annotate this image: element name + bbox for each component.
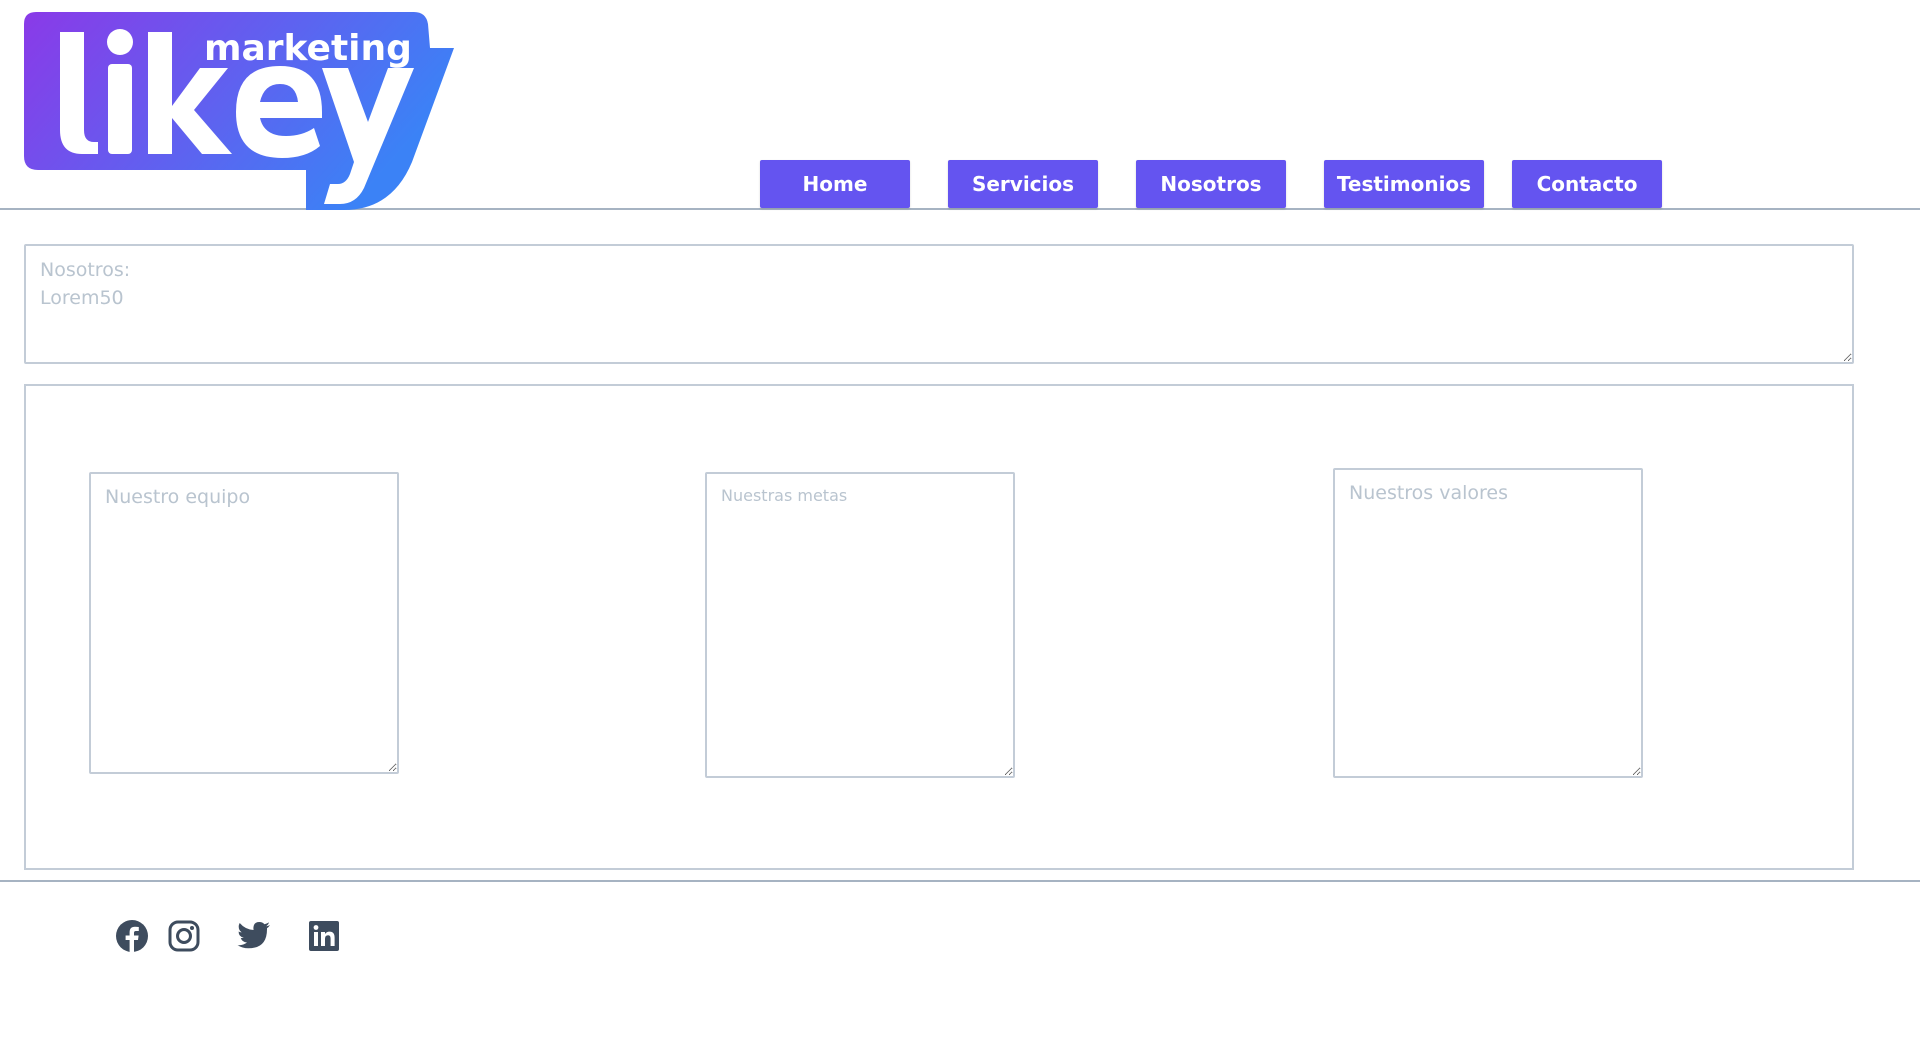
site-footer [0,880,1920,1044]
site-header: marketing Home Servicios Nosotros Testim… [0,0,1920,210]
nuestras-metas-textarea[interactable] [705,472,1015,778]
nuestro-equipo-textarea[interactable] [89,472,399,774]
nosotros-textarea[interactable] [24,244,1854,364]
nav-home-button[interactable]: Home [760,160,910,208]
nav-contacto-button[interactable]: Contacto [1512,160,1662,208]
twitter-icon[interactable] [236,918,272,954]
logo-tagline: marketing [204,28,412,69]
facebook-icon[interactable] [114,918,150,954]
instagram-icon[interactable] [166,918,202,954]
linkedin-icon[interactable] [306,918,342,954]
main-navigation: Home Servicios Nosotros Testimonios Cont… [0,160,1920,210]
values-section [24,384,1854,870]
nav-testimonios-button[interactable]: Testimonios [1324,160,1484,208]
nav-servicios-button[interactable]: Servicios [948,160,1098,208]
nuestros-valores-textarea[interactable] [1333,468,1643,778]
nav-nosotros-button[interactable]: Nosotros [1136,160,1286,208]
